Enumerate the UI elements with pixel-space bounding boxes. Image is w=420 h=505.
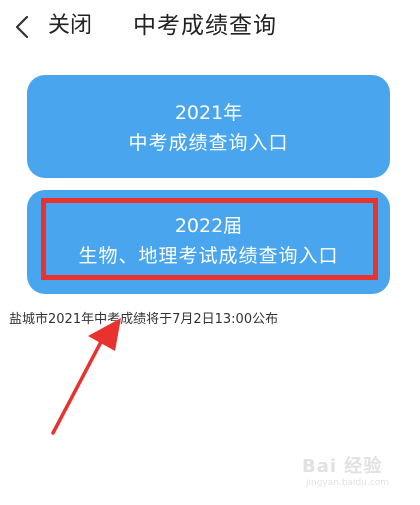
entry-button-year: 2022届 [174, 215, 243, 237]
nav-bar: 关闭 中考成绩查询 [0, 0, 420, 52]
entry-button-2022-bio-geo-results[interactable]: 2022届 生物、地理考试成绩查询入口 [27, 190, 390, 294]
entry-button-2021-results[interactable]: 2021年 中考成绩查询入口 [27, 75, 390, 178]
close-button[interactable]: 关闭 [48, 10, 92, 42]
watermark-subtext: jingyan.baidu.com [306, 478, 390, 488]
baidu-watermark: Bai 经验 jingyan.baidu.com [298, 452, 408, 496]
watermark-text: Bai 经验 [302, 456, 383, 477]
entry-button-label: 中考成绩查询入口 [128, 132, 289, 154]
page-title: 中考成绩查询 [133, 13, 277, 39]
chevron-left-icon[interactable] [12, 14, 34, 40]
notice-text: 盐城市2021年中考成绩将于7月2日13:00公布 [9, 312, 279, 327]
entry-button-label: 生物、地理考试成绩查询入口 [78, 245, 339, 267]
entry-button-year: 2021年 [174, 102, 243, 124]
